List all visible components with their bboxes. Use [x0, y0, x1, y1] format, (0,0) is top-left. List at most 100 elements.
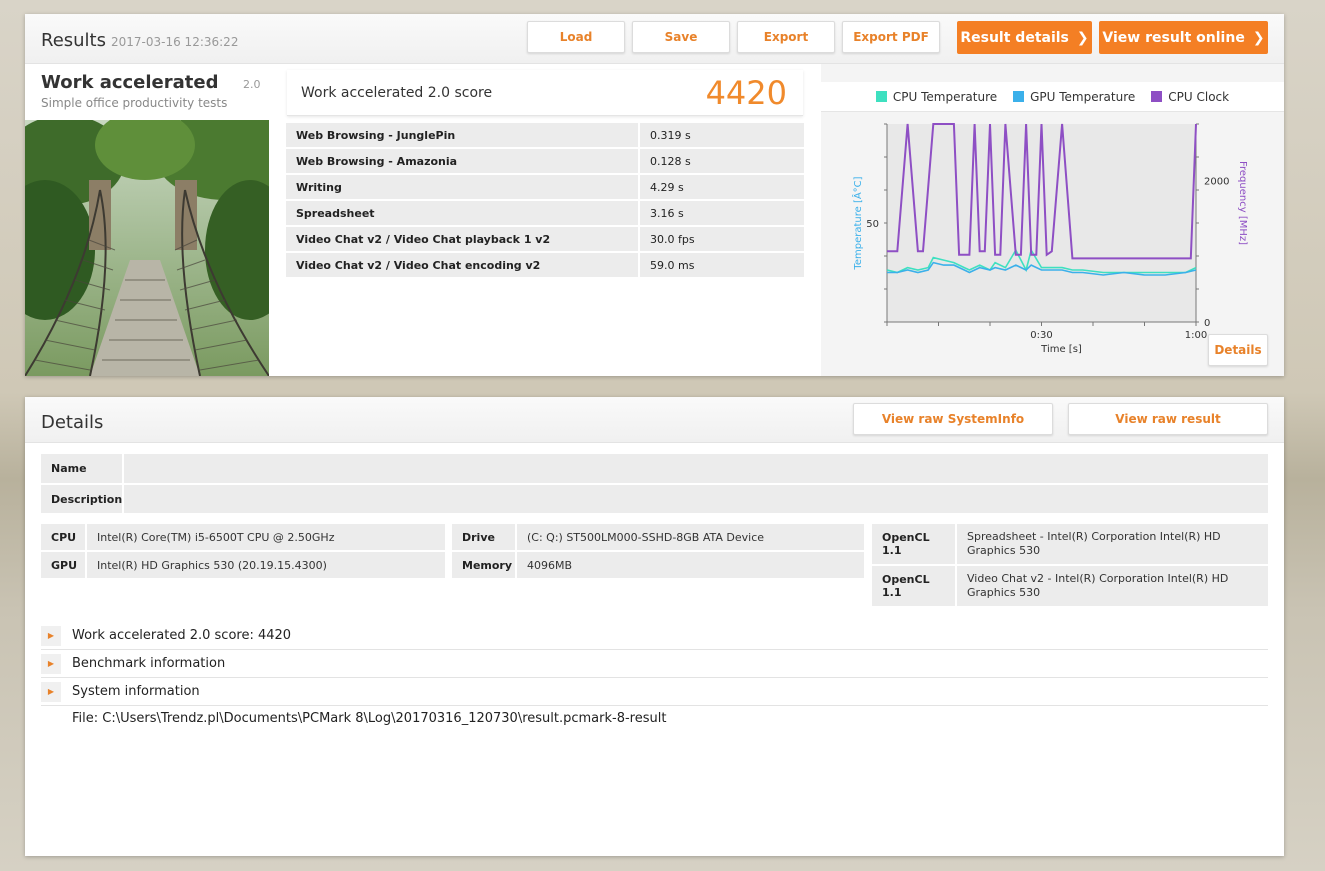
- cpu-value: Intel(R) Core(TM) i5-6500T CPU @ 2.50GHz: [87, 524, 445, 550]
- gpu-row: GPU Intel(R) HD Graphics 530 (20.19.15.4…: [41, 552, 445, 578]
- expander-label: Benchmark information: [72, 656, 226, 671]
- opencl-value: Video Chat v2 - Intel(R) Corporation Int…: [957, 566, 1268, 606]
- results-timestamp: 2017-03-16 12:36:22: [111, 35, 239, 49]
- export-pdf-button[interactable]: Export PDF: [842, 21, 940, 53]
- view-raw-result-button[interactable]: View raw result: [1068, 403, 1268, 435]
- plot-background: [887, 124, 1196, 322]
- subscore-value: 0.319 s: [640, 123, 804, 147]
- x-tick-label: 0:30: [1030, 330, 1052, 341]
- expander-benchmark-information[interactable]: ▶ Benchmark information: [41, 650, 1268, 678]
- benchmark-name: Work accelerated: [41, 72, 219, 93]
- y-left-axis-label: Temperature [Â°C]: [851, 176, 864, 270]
- chevron-right-icon: ❯: [1252, 29, 1265, 46]
- subscore-table: Web Browsing - JunglePin 0.319 s Web Bro…: [286, 123, 804, 279]
- legend-swatch: [1013, 91, 1025, 102]
- caret-right-icon: ▶: [41, 681, 61, 702]
- memory-value: 4096MB: [517, 552, 864, 578]
- chevron-right-icon: ❯: [1076, 29, 1089, 46]
- details-panel: Details View raw SystemInfo View raw res…: [25, 397, 1284, 856]
- table-row: Video Chat v2 / Video Chat playback 1 v2…: [286, 227, 804, 251]
- results-panel: Results 2017-03-16 12:36:22 Load Save Ex…: [25, 14, 1284, 376]
- table-row: Spreadsheet 3.16 s: [286, 201, 804, 225]
- results-title: Results: [41, 30, 106, 51]
- legend-gpu-temperature[interactable]: GPU Temperature: [1013, 90, 1135, 104]
- expander-system-information[interactable]: ▶ System information: [41, 678, 1268, 706]
- score-box: Work accelerated 2.0 score 4420: [287, 70, 803, 116]
- score-value: 4420: [705, 74, 787, 112]
- opencl-value: Spreadsheet - Intel(R) Corporation Intel…: [957, 524, 1268, 564]
- opencl-row: OpenCL 1.1 Video Chat v2 - Intel(R) Corp…: [872, 566, 1268, 606]
- subscore-value: 3.16 s: [640, 201, 804, 225]
- subscore-value: 30.0 fps: [640, 227, 804, 251]
- details-title: Details: [41, 412, 104, 433]
- subscore-name: Spreadsheet: [286, 201, 638, 225]
- expander-score[interactable]: ▶ Work accelerated 2.0 score: 4420: [41, 622, 1268, 650]
- expander-label: System information: [72, 684, 200, 699]
- result-details-label: Result details: [960, 29, 1069, 46]
- y-left-tick-label: 50: [866, 219, 879, 230]
- description-value: [124, 485, 1268, 513]
- memory-row: Memory 4096MB: [452, 552, 864, 578]
- view-result-online-button[interactable]: View result online ❯: [1099, 21, 1268, 54]
- rope-bridge-illustration: [25, 120, 269, 376]
- chart-legend: CPU Temperature GPU Temperature CPU Cloc…: [821, 82, 1284, 112]
- details-header: Details View raw SystemInfo View raw res…: [25, 397, 1284, 443]
- drive-label: Drive: [452, 524, 515, 550]
- benchmark-description: Simple office productivity tests: [41, 96, 228, 110]
- table-row: Web Browsing - Amazonia 0.128 s: [286, 149, 804, 173]
- drive-row: Drive (C: Q:) ST500LM000-SSHD-8GB ATA De…: [452, 524, 864, 550]
- description-label: Description: [41, 485, 122, 513]
- view-raw-systeminfo-button[interactable]: View raw SystemInfo: [853, 403, 1053, 435]
- name-row: Name: [41, 454, 1268, 483]
- table-row: Video Chat v2 / Video Chat encoding v2 5…: [286, 253, 804, 277]
- save-button[interactable]: Save: [632, 21, 730, 53]
- opencl-label: OpenCL 1.1: [872, 566, 955, 606]
- monitoring-chart-area: CPU Temperature GPU Temperature CPU Cloc…: [821, 64, 1284, 376]
- legend-swatch: [1151, 91, 1163, 102]
- subscore-name: Web Browsing - Amazonia: [286, 149, 638, 173]
- score-label: Work accelerated 2.0 score: [301, 85, 493, 101]
- result-file-path: File: C:\Users\Trendz.pl\Documents\PCMar…: [72, 711, 667, 726]
- subscore-value: 59.0 ms: [640, 253, 804, 277]
- table-row: Writing 4.29 s: [286, 175, 804, 199]
- table-row: Web Browsing - JunglePin 0.319 s: [286, 123, 804, 147]
- name-label: Name: [41, 454, 122, 483]
- caret-right-icon: ▶: [41, 653, 61, 674]
- subscore-value: 0.128 s: [640, 149, 804, 173]
- caret-right-icon: ▶: [41, 625, 61, 646]
- cpu-label: CPU: [41, 524, 85, 550]
- view-result-online-label: View result online: [1102, 29, 1245, 46]
- x-tick-label: 1:00: [1185, 330, 1207, 341]
- result-details-button[interactable]: Result details ❯: [957, 21, 1092, 54]
- legend-cpu-temperature[interactable]: CPU Temperature: [875, 89, 998, 104]
- subscore-name: Video Chat v2 / Video Chat encoding v2: [286, 253, 638, 277]
- load-button[interactable]: Load: [527, 21, 625, 53]
- expander-label: Work accelerated 2.0 score: 4420: [72, 628, 292, 643]
- name-value: [124, 454, 1268, 483]
- description-row: Description: [41, 485, 1268, 513]
- subscore-name: Video Chat v2 / Video Chat playback 1 v2: [286, 227, 638, 251]
- x-axis-label: Time [s]: [1040, 344, 1082, 355]
- subscore-value: 4.29 s: [640, 175, 804, 199]
- y-right-tick-label: 2000: [1204, 177, 1229, 188]
- opencl-label: OpenCL 1.1: [872, 524, 955, 564]
- gpu-value: Intel(R) HD Graphics 530 (20.19.15.4300): [87, 552, 445, 578]
- cpu-row: CPU Intel(R) Core(TM) i5-6500T CPU @ 2.5…: [41, 524, 445, 550]
- gpu-label: GPU: [41, 552, 85, 578]
- legend-swatch: [875, 91, 887, 102]
- results-header: Results 2017-03-16 12:36:22 Load Save Ex…: [25, 14, 1284, 64]
- y-right-axis-label: Frequency [MHz]: [1237, 161, 1248, 245]
- legend-label: CPU Clock: [1168, 89, 1230, 104]
- legend-label: CPU Temperature: [892, 89, 998, 104]
- export-button[interactable]: Export: [737, 21, 835, 53]
- drive-value: (C: Q:) ST500LM000-SSHD-8GB ATA Device: [517, 524, 864, 550]
- opencl-row: OpenCL 1.1 Spreadsheet - Intel(R) Corpor…: [872, 524, 1268, 564]
- benchmark-version: 2.0: [243, 78, 261, 91]
- benchmark-image: [25, 120, 269, 376]
- subscore-name: Web Browsing - JunglePin: [286, 123, 638, 147]
- chart-details-button[interactable]: Details: [1208, 334, 1268, 366]
- y-right-tick-label: 0: [1204, 318, 1210, 329]
- legend-label: GPU Temperature: [1030, 89, 1136, 104]
- legend-cpu-clock[interactable]: CPU Clock: [1151, 90, 1229, 104]
- subscore-name: Writing: [286, 175, 638, 199]
